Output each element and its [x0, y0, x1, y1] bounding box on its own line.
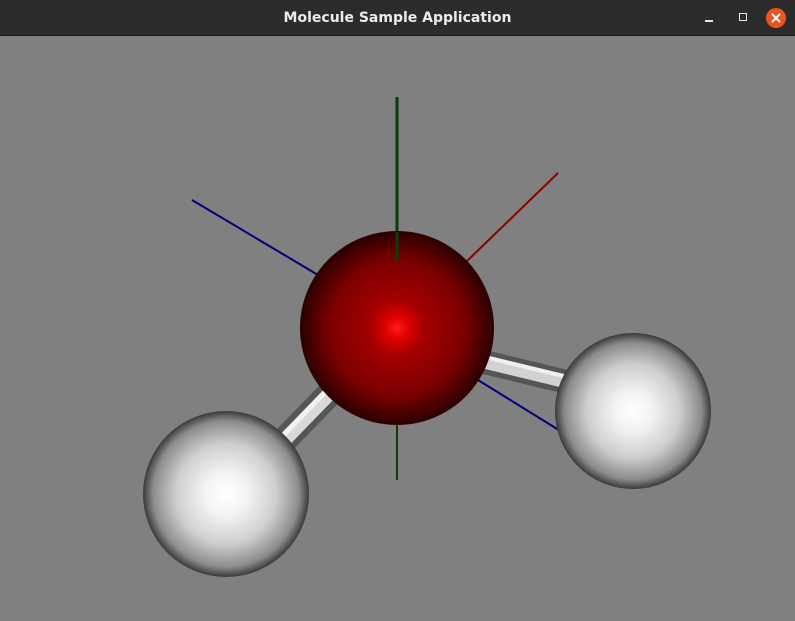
close-button[interactable]	[766, 8, 786, 28]
minimize-icon	[705, 20, 713, 22]
minimize-button[interactable]	[699, 8, 719, 28]
z-axis-line	[191, 199, 319, 276]
application-window: Molecule Sample Application	[0, 0, 795, 621]
window-title: Molecule Sample Application	[283, 10, 512, 26]
maximize-button[interactable]	[733, 8, 753, 28]
hydrogen-atom-right[interactable]	[555, 333, 711, 489]
3d-viewport[interactable]	[0, 36, 795, 621]
hydrogen-atom-left[interactable]	[143, 411, 309, 577]
maximize-icon	[739, 13, 747, 21]
title-bar[interactable]: Molecule Sample Application	[0, 0, 795, 36]
x-axis-line	[465, 172, 559, 263]
molecule-scene[interactable]	[0, 36, 795, 621]
